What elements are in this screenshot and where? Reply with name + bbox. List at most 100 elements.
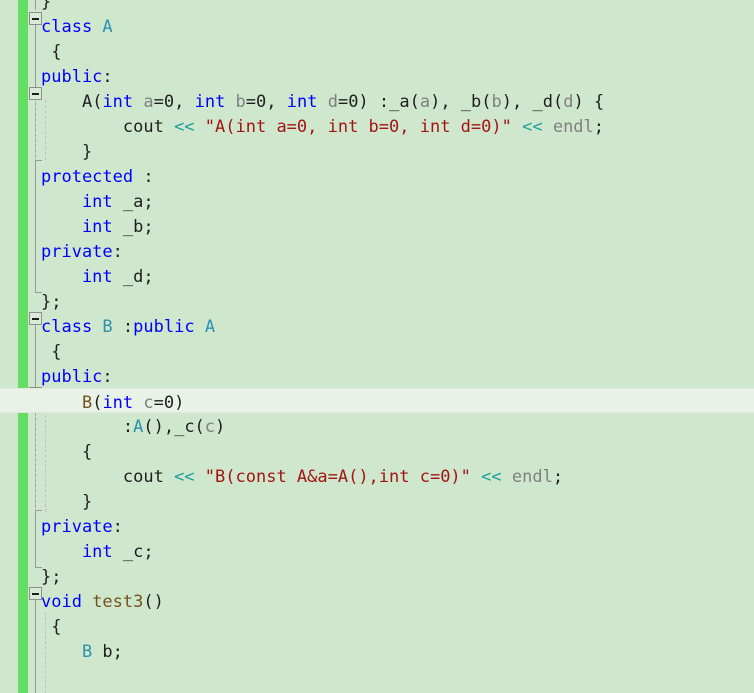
code-token: {	[41, 42, 62, 62]
code-line-text: int _a;	[41, 190, 154, 215]
code-token: a	[143, 92, 154, 112]
code-token: c	[204, 417, 216, 437]
code-line[interactable]: class B :public A	[0, 313, 754, 338]
code-token: <<	[522, 117, 543, 137]
code-token: B	[102, 317, 113, 337]
code-token: _b;	[112, 217, 154, 237]
code-token: =0,	[245, 92, 287, 112]
code-token: (),_c(	[143, 417, 205, 437]
code-token: }	[41, 0, 52, 12]
code-token: A	[102, 17, 113, 37]
code-line[interactable]: {	[0, 613, 754, 638]
code-line[interactable]	[0, 663, 754, 688]
code-line-text: public:	[41, 365, 113, 390]
code-token: int	[41, 192, 113, 212]
code-line-text: int _d;	[41, 265, 154, 290]
code-token: :	[41, 417, 134, 437]
code-token: A	[133, 417, 144, 437]
code-line[interactable]: class A	[0, 13, 754, 38]
code-token: "A(int a=0, int b=0, int d=0)"	[204, 117, 512, 137]
code-line[interactable]: protected :	[0, 163, 754, 188]
code-token: d	[563, 92, 574, 112]
code-token: {	[41, 617, 62, 637]
code-token: cout	[41, 467, 175, 487]
code-token: class	[41, 17, 103, 37]
code-token: int	[41, 267, 113, 287]
code-line-text: public:	[41, 65, 113, 90]
code-line[interactable]: }	[0, 0, 754, 13]
code-token: c	[143, 393, 154, 413]
code-token: :	[102, 67, 113, 87]
code-line[interactable]: };	[0, 288, 754, 313]
code-token: :	[112, 317, 134, 337]
code-line[interactable]: {	[0, 338, 754, 363]
code-token: int	[102, 393, 144, 413]
code-line-text: protected :	[41, 165, 154, 190]
code-token: )	[215, 417, 226, 437]
code-token: int	[286, 92, 328, 112]
code-line[interactable]: };	[0, 563, 754, 588]
code-line[interactable]: }	[0, 488, 754, 513]
code-line[interactable]: {	[0, 38, 754, 63]
code-line-text: int _b;	[41, 215, 154, 240]
code-line-current[interactable]: B(int c=0)	[0, 388, 754, 413]
code-line-text: };	[41, 565, 61, 590]
code-editor[interactable]: } class A {public: A(int a=0, int b=0, in…	[0, 0, 754, 693]
code-token: };	[41, 567, 62, 587]
code-line[interactable]: B b;	[0, 638, 754, 663]
code-line[interactable]: private:	[0, 238, 754, 263]
code-line[interactable]: cout << "A(int a=0, int b=0, int d=0)" <…	[0, 113, 754, 138]
code-token: b	[235, 92, 246, 112]
code-token: (	[92, 393, 103, 413]
code-token: _c;	[112, 542, 154, 562]
code-line-text: A(int a=0, int b=0, int d=0) :_a(a), _b(…	[41, 90, 604, 115]
code-line[interactable]: public:	[0, 363, 754, 388]
code-token: {	[41, 442, 93, 462]
code-token: =0)	[153, 393, 185, 413]
code-line[interactable]: cout << "B(const A&a=A(),int c=0)" << en…	[0, 463, 754, 488]
code-token: public	[41, 367, 103, 387]
code-line[interactable]: int _d;	[0, 263, 754, 288]
code-token: <<	[174, 117, 195, 137]
code-token: =0) :_a(	[337, 92, 420, 112]
code-line-text: cout << "B(const A&a=A(),int c=0)" << en…	[41, 465, 563, 490]
code-line[interactable]: void test3()	[0, 588, 754, 613]
code-line[interactable]: int _b;	[0, 213, 754, 238]
code-line-text: }	[41, 140, 92, 165]
code-token: class	[41, 317, 103, 337]
code-lines-container[interactable]: } class A {public: A(int a=0, int b=0, in…	[0, 0, 754, 693]
code-token: _d;	[112, 267, 154, 287]
code-line-text: B b;	[41, 640, 123, 665]
code-token: ), _b(	[430, 92, 492, 112]
code-line-text: int _c;	[41, 540, 154, 565]
code-token: ;	[552, 467, 564, 487]
code-token: int	[41, 217, 113, 237]
code-token: ()	[143, 592, 164, 612]
code-line[interactable]: int _c;	[0, 538, 754, 563]
code-line[interactable]: public:	[0, 63, 754, 88]
code-line-text: class B :public A	[41, 315, 215, 340]
code-token: endl	[511, 467, 553, 487]
code-line[interactable]: int _a;	[0, 188, 754, 213]
code-line-text: void test3()	[41, 590, 164, 615]
code-token: :	[112, 242, 123, 262]
code-line[interactable]: {	[0, 438, 754, 463]
code-token: private	[41, 517, 113, 537]
code-line[interactable]: }	[0, 688, 754, 693]
code-token: <<	[174, 467, 195, 487]
code-token: public	[41, 67, 103, 87]
code-line-text: {	[41, 440, 92, 465]
code-line[interactable]: :A(),_c(c)	[0, 413, 754, 438]
code-token: }	[41, 492, 93, 512]
code-line[interactable]: A(int a=0, int b=0, int d=0) :_a(a), _b(…	[0, 88, 754, 113]
code-line[interactable]: private:	[0, 513, 754, 538]
code-line-text: {	[41, 340, 61, 365]
code-line-text: private:	[41, 515, 123, 540]
code-token: int	[194, 92, 236, 112]
code-line[interactable]: }	[0, 138, 754, 163]
code-token: :	[102, 367, 113, 387]
code-token: int	[102, 92, 144, 112]
code-line-text: cout << "A(int a=0, int b=0, int d=0)" <…	[41, 115, 604, 140]
